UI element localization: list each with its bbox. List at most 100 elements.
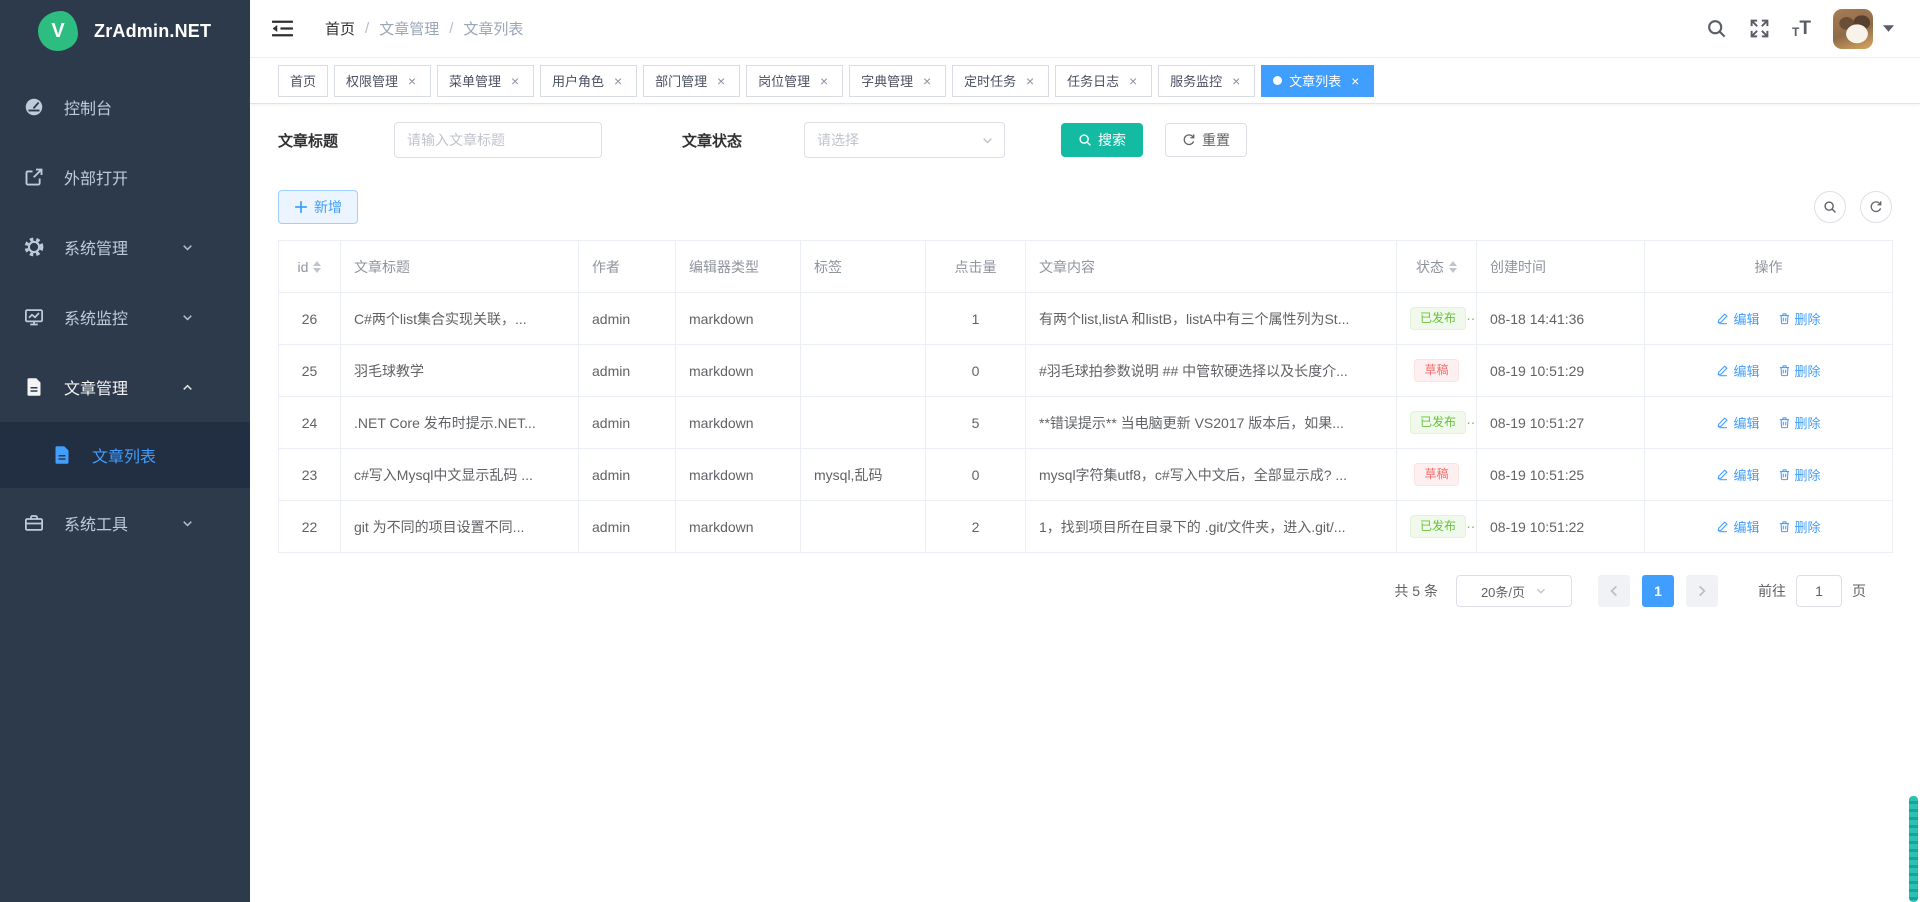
monitor-icon [24,307,44,327]
sidebar-item-external[interactable]: 外部打开 [0,142,250,212]
font-size-icon[interactable]: TT [1792,19,1811,38]
column-header-label: id [298,259,322,275]
delete-link[interactable]: 删除 [1778,361,1821,380]
edit-link[interactable]: 编辑 [1716,309,1759,328]
tab-close-icon[interactable]: × [920,74,934,88]
tab-item[interactable]: 文章列表× [1261,65,1374,97]
tab-item[interactable]: 首页 [278,65,328,97]
reset-button[interactable]: 重置 [1165,123,1247,157]
tab-label: 任务日志 [1067,71,1119,90]
tab-close-icon[interactable]: × [508,74,522,88]
sort-caret-icon[interactable] [1449,261,1457,273]
tab-item[interactable]: 部门管理× [643,65,740,97]
breadcrumb-item[interactable]: 首页 [325,18,355,39]
tab-item[interactable]: 服务监控× [1158,65,1255,97]
column-header[interactable]: 状态 [1397,241,1477,293]
tab-close-icon[interactable]: × [1126,74,1140,88]
tab-close-icon[interactable]: × [405,74,419,88]
chevron-down-icon [181,517,194,530]
page-size-label: 20条/页 [1481,582,1525,601]
goto-label: 前往 [1758,581,1786,601]
tab-item[interactable]: 权限管理× [334,65,431,97]
created-time-cell: 08-19 10:51:29 [1477,345,1645,397]
tab-close-icon[interactable]: × [817,74,831,88]
chevron-up-icon [181,381,194,394]
tab-label: 定时任务 [964,71,1016,90]
header-search-icon[interactable] [1706,18,1727,39]
tab-close-icon[interactable]: × [1229,74,1243,88]
table-cell [801,397,926,449]
delete-link[interactable]: 删除 [1778,309,1821,328]
scrollbar-thumb[interactable] [1909,796,1918,902]
edit-icon [1716,312,1729,325]
status-cell: 草稿 [1397,345,1477,397]
column-header[interactable]: id [279,241,341,293]
sidebar-item-article-list[interactable]: 文章列表 [0,422,250,488]
sort-caret-icon[interactable] [313,261,321,273]
delete-link[interactable]: 删除 [1778,465,1821,484]
chevron-down-icon[interactable] [1883,25,1894,32]
tab-close-icon[interactable]: × [714,74,728,88]
tab-item[interactable]: 字典管理× [849,65,946,97]
edit-link[interactable]: 编辑 [1716,413,1759,432]
article-title-input[interactable] [394,122,602,158]
page-number-button[interactable]: 1 [1642,575,1674,607]
table-cell: mysql,乱码 [801,449,926,501]
created-time-cell: 08-19 10:51:22 [1477,501,1645,553]
ops-cell: 编辑 删除 [1645,449,1893,501]
edit-link-label: 编辑 [1733,517,1759,536]
column-header-label: 点击量 [955,257,997,277]
edit-link[interactable]: 编辑 [1716,361,1759,380]
avatar[interactable] [1833,9,1873,49]
search-button[interactable]: 搜索 [1061,123,1143,157]
column-header: 文章内容 [1026,241,1397,293]
table-cell: 25 [279,345,341,397]
tab-item[interactable]: 任务日志 × [1055,65,1152,97]
status-badge: 草稿 [1414,359,1458,383]
tab-close-icon[interactable]: × [1348,74,1362,88]
breadcrumb-item: 文章列表 [463,18,523,39]
tab-item[interactable]: 菜单管理× [437,65,534,97]
breadcrumb: 首页/文章管理/文章列表 [325,18,523,39]
table-row: 24.NET Core 发布时提示.NET...adminmarkdown5**… [279,397,1893,449]
ops-cell: 编辑删除 [1645,345,1893,397]
user-menu[interactable] [1833,9,1894,49]
article-table: id文章标题作者编辑器类型标签点击量文章内容状态创建时间操作 26C#两个lis… [278,240,1893,553]
sidebar-item-articles[interactable]: 文章管理 [0,352,250,422]
article-status-select[interactable]: 请选择 [804,122,1005,158]
toggle-search-button[interactable] [1814,191,1846,223]
table-cell: 羽毛球教学 [341,345,579,397]
tab-close-icon[interactable]: × [1023,74,1037,88]
delete-link-label: 删除 [1795,413,1821,432]
tab-close-icon[interactable]: × [611,74,625,88]
delete-link-label: 删除 [1795,465,1821,484]
next-page-button[interactable] [1686,575,1718,607]
ops-cell: 编辑 删除 [1645,397,1893,449]
edit-link[interactable]: 编辑 [1716,517,1759,536]
delete-link-label: 删除 [1795,517,1821,536]
column-header-label: 状态 [1416,257,1457,277]
sidebar-item-label: 文章列表 [92,443,156,467]
status-badge: 已发布 [1410,307,1466,331]
sidebar-item-system[interactable]: 系统管理 [0,212,250,282]
column-header-label: 文章标题 [354,257,410,277]
app-logo[interactable]: V ZrAdmin.NET [0,0,250,62]
sidebar-item-monitor[interactable]: 系统监控 [0,282,250,352]
refresh-icon [1869,200,1883,214]
delete-link[interactable]: 删除 [1778,413,1821,432]
goto-page-input[interactable] [1796,575,1842,607]
prev-page-button[interactable] [1598,575,1630,607]
sidebar-item-dashboard[interactable]: 控制台 [0,72,250,142]
tab-item[interactable]: 用户角色× [540,65,637,97]
add-button[interactable]: 新增 [278,190,358,224]
sidebar-collapse-icon[interactable] [272,19,293,38]
table-cell: 26 [279,293,341,345]
page-size-select[interactable]: 20条/页 [1456,575,1572,607]
delete-link[interactable]: 删除 [1778,517,1821,536]
refresh-table-button[interactable] [1860,191,1892,223]
tab-item[interactable]: 岗位管理× [746,65,843,97]
tab-item[interactable]: 定时任务 × [952,65,1049,97]
edit-link[interactable]: 编辑 [1716,465,1759,484]
sidebar-item-tools[interactable]: 系统工具 [0,488,250,558]
fullscreen-icon[interactable] [1749,18,1770,39]
